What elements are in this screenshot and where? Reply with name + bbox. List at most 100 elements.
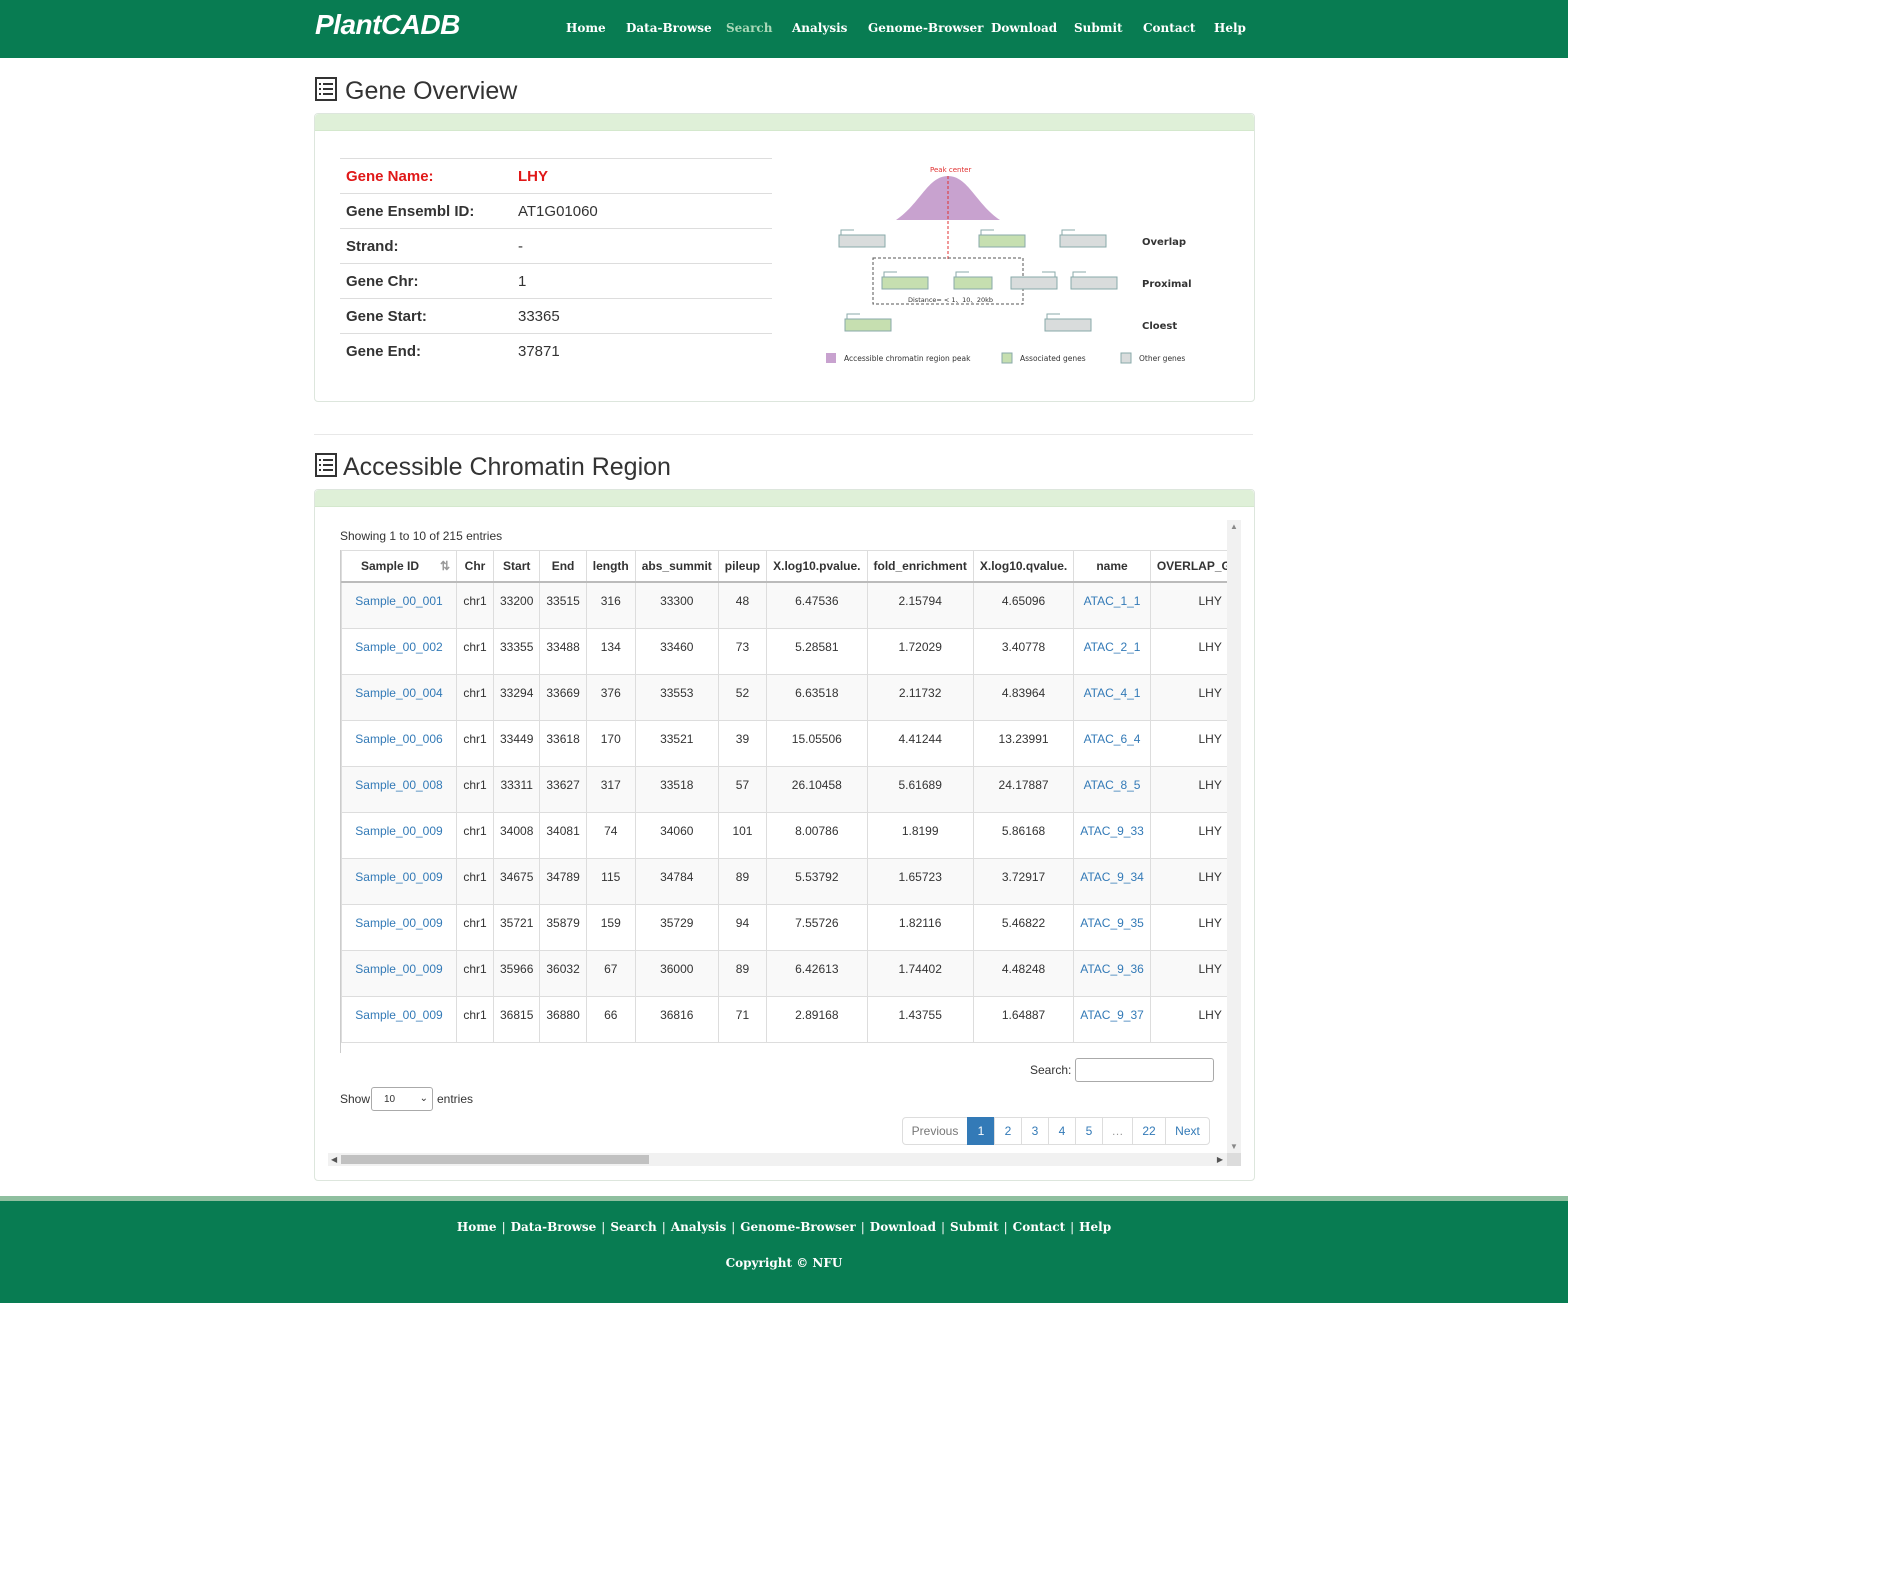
footer-link-genome-browser[interactable]: Genome-Browser	[740, 1220, 855, 1234]
table-cell: 36880	[539, 995, 587, 1043]
page-size-select[interactable]: 10 ⌄	[371, 1087, 433, 1111]
page-button[interactable]: 4	[1048, 1117, 1076, 1145]
distance-label: Distance= < 1、10、20kb	[908, 296, 993, 304]
footer-link-home[interactable]: Home	[457, 1220, 497, 1234]
sample-id-link[interactable]: Sample_00_002	[355, 640, 442, 654]
table-cell: 2.89168	[766, 995, 868, 1043]
column-header[interactable]: pileup	[717, 550, 768, 583]
nav-analysis[interactable]: Analysis	[792, 21, 847, 35]
page-button[interactable]: 3	[1021, 1117, 1049, 1145]
nav-download[interactable]: Download	[991, 21, 1057, 35]
nav-home[interactable]: Home	[566, 21, 606, 35]
gene-association-diagram: Peak center Overlap Distance= < 1、10、20k…	[826, 166, 1192, 364]
nav-search[interactable]: Search	[726, 21, 772, 35]
footer-link-contact[interactable]: Contact	[1013, 1220, 1065, 1234]
page-button[interactable]: 1	[967, 1117, 995, 1145]
table-cell: LHY	[1149, 765, 1228, 813]
vertical-scrollbar[interactable]: ▲ ▼	[1227, 520, 1241, 1153]
table-cell: 8.00786	[766, 811, 868, 859]
scroll-up-icon[interactable]: ▲	[1227, 522, 1241, 531]
column-header[interactable]: X.log10.pvalue.	[766, 550, 868, 583]
table-cell: chr1	[456, 857, 494, 905]
table-cell: Sample_00_004	[341, 673, 457, 721]
column-header[interactable]: fold_enrichment	[866, 550, 974, 583]
nav-genome-browser[interactable]: Genome-Browser	[868, 21, 983, 35]
table-cell: 3.40778	[972, 627, 1075, 675]
peak-name-link[interactable]: ATAC_4_1	[1084, 686, 1141, 700]
sample-id-link[interactable]: Sample_00_004	[355, 686, 442, 700]
table-cell: 33294	[492, 673, 541, 721]
footer-link-data-browse[interactable]: Data-Browse	[511, 1220, 597, 1234]
table-cell: ATAC_9_34	[1073, 857, 1151, 905]
scroll-left-icon[interactable]: ◀	[331, 1153, 337, 1166]
table-cell: 316	[585, 581, 636, 629]
search-input[interactable]	[1075, 1058, 1214, 1082]
peak-name-link[interactable]: ATAC_2_1	[1084, 640, 1141, 654]
page-size-value: 10	[384, 1094, 396, 1105]
table-cell: 1.72029	[866, 627, 974, 675]
table-row: Sample_00_001 chr1 33200 33515 316 33300 48 6.4…	[341, 581, 1228, 629]
column-header[interactable]: X.log10.qvalue.	[972, 550, 1075, 583]
sample-id-link[interactable]: Sample_00_009	[355, 1008, 442, 1022]
table-cell: 317	[585, 765, 636, 813]
sample-id-link[interactable]: Sample_00_009	[355, 962, 442, 976]
page-button[interactable]: 22	[1132, 1117, 1166, 1145]
page-button[interactable]: 2	[994, 1117, 1022, 1145]
sample-id-link[interactable]: Sample_00_009	[355, 916, 442, 930]
sample-id-link[interactable]: Sample_00_001	[355, 594, 442, 608]
footer-link-download[interactable]: Download	[870, 1220, 936, 1234]
column-header[interactable]: abs_summit	[634, 550, 719, 583]
scroll-right-icon[interactable]: ▶	[1217, 1153, 1223, 1166]
table-cell: Sample_00_008	[341, 765, 457, 813]
page-button[interactable]: 5	[1075, 1117, 1103, 1145]
column-header[interactable]: name	[1073, 550, 1151, 583]
peak-name-link[interactable]: ATAC_1_1	[1084, 594, 1141, 608]
legend-peak: Accessible chromatin region peak	[844, 354, 971, 363]
sample-id-link[interactable]: Sample_00_009	[355, 824, 442, 838]
table-scroll-area[interactable]: Sample ID ⇅ Chr Start End length abs_summit pil…	[340, 550, 1228, 1053]
previous-button[interactable]: Previous	[902, 1117, 968, 1145]
peak-name-link[interactable]: ATAC_9_33	[1080, 824, 1144, 838]
sort-icon[interactable]: ⇅	[440, 559, 450, 573]
peak-name-link[interactable]: ATAC_9_36	[1080, 962, 1144, 976]
column-header[interactable]: Sample ID ⇅	[341, 550, 457, 583]
sample-id-link[interactable]: Sample_00_009	[355, 870, 442, 884]
copyright: Copyright © NFU	[725, 1256, 843, 1270]
table-cell: 89	[717, 949, 768, 997]
peak-name-link[interactable]: ATAC_6_4	[1084, 732, 1141, 746]
horizontal-scrollbar[interactable]: ◀ ▶	[328, 1153, 1227, 1166]
gene-info-label: Gene Name:	[340, 158, 512, 194]
nav-data-browse[interactable]: Data-Browse	[626, 21, 712, 35]
panel-header	[315, 490, 1254, 507]
peak-name-link[interactable]: ATAC_9_35	[1080, 916, 1144, 930]
table-cell: 1.82116	[866, 903, 974, 951]
scroll-down-icon[interactable]: ▼	[1227, 1142, 1241, 1151]
footer-link-analysis[interactable]: Analysis	[671, 1220, 726, 1234]
table-cell: 33460	[634, 627, 719, 675]
footer-link-submit[interactable]: Submit	[950, 1220, 999, 1234]
nav-help[interactable]: Help	[1214, 21, 1246, 35]
peak-name-link[interactable]: ATAC_9_37	[1080, 1008, 1144, 1022]
sample-id-link[interactable]: Sample_00_008	[355, 778, 442, 792]
nav-contact[interactable]: Contact	[1143, 21, 1195, 35]
table-cell: 33515	[539, 581, 587, 629]
column-header[interactable]: OVERLAP_GENES	[1149, 550, 1228, 583]
column-header[interactable]: Start	[492, 550, 541, 583]
scrollbar-thumb[interactable]	[341, 1155, 649, 1164]
footer-link-search[interactable]: Search	[610, 1220, 656, 1234]
gene-info-row: Gene Start: 33365	[340, 298, 772, 334]
column-header-label: Sample ID	[360, 559, 420, 573]
next-button[interactable]: Next	[1165, 1117, 1210, 1145]
site-logo[interactable]: PlantCADB	[315, 9, 460, 41]
gene-info-label: Gene End:	[340, 333, 512, 368]
table-cell: LHY	[1149, 949, 1228, 997]
sample-id-link[interactable]: Sample_00_006	[355, 732, 442, 746]
column-header[interactable]: length	[585, 550, 636, 583]
nav-submit[interactable]: Submit	[1074, 21, 1123, 35]
column-header[interactable]: Chr	[456, 550, 494, 583]
peak-name-link[interactable]: ATAC_9_34	[1080, 870, 1144, 884]
footer-link-help[interactable]: Help	[1079, 1220, 1111, 1234]
column-header[interactable]: End	[539, 550, 587, 583]
column-header-label: fold_enrichment	[873, 559, 967, 573]
peak-name-link[interactable]: ATAC_8_5	[1084, 778, 1141, 792]
